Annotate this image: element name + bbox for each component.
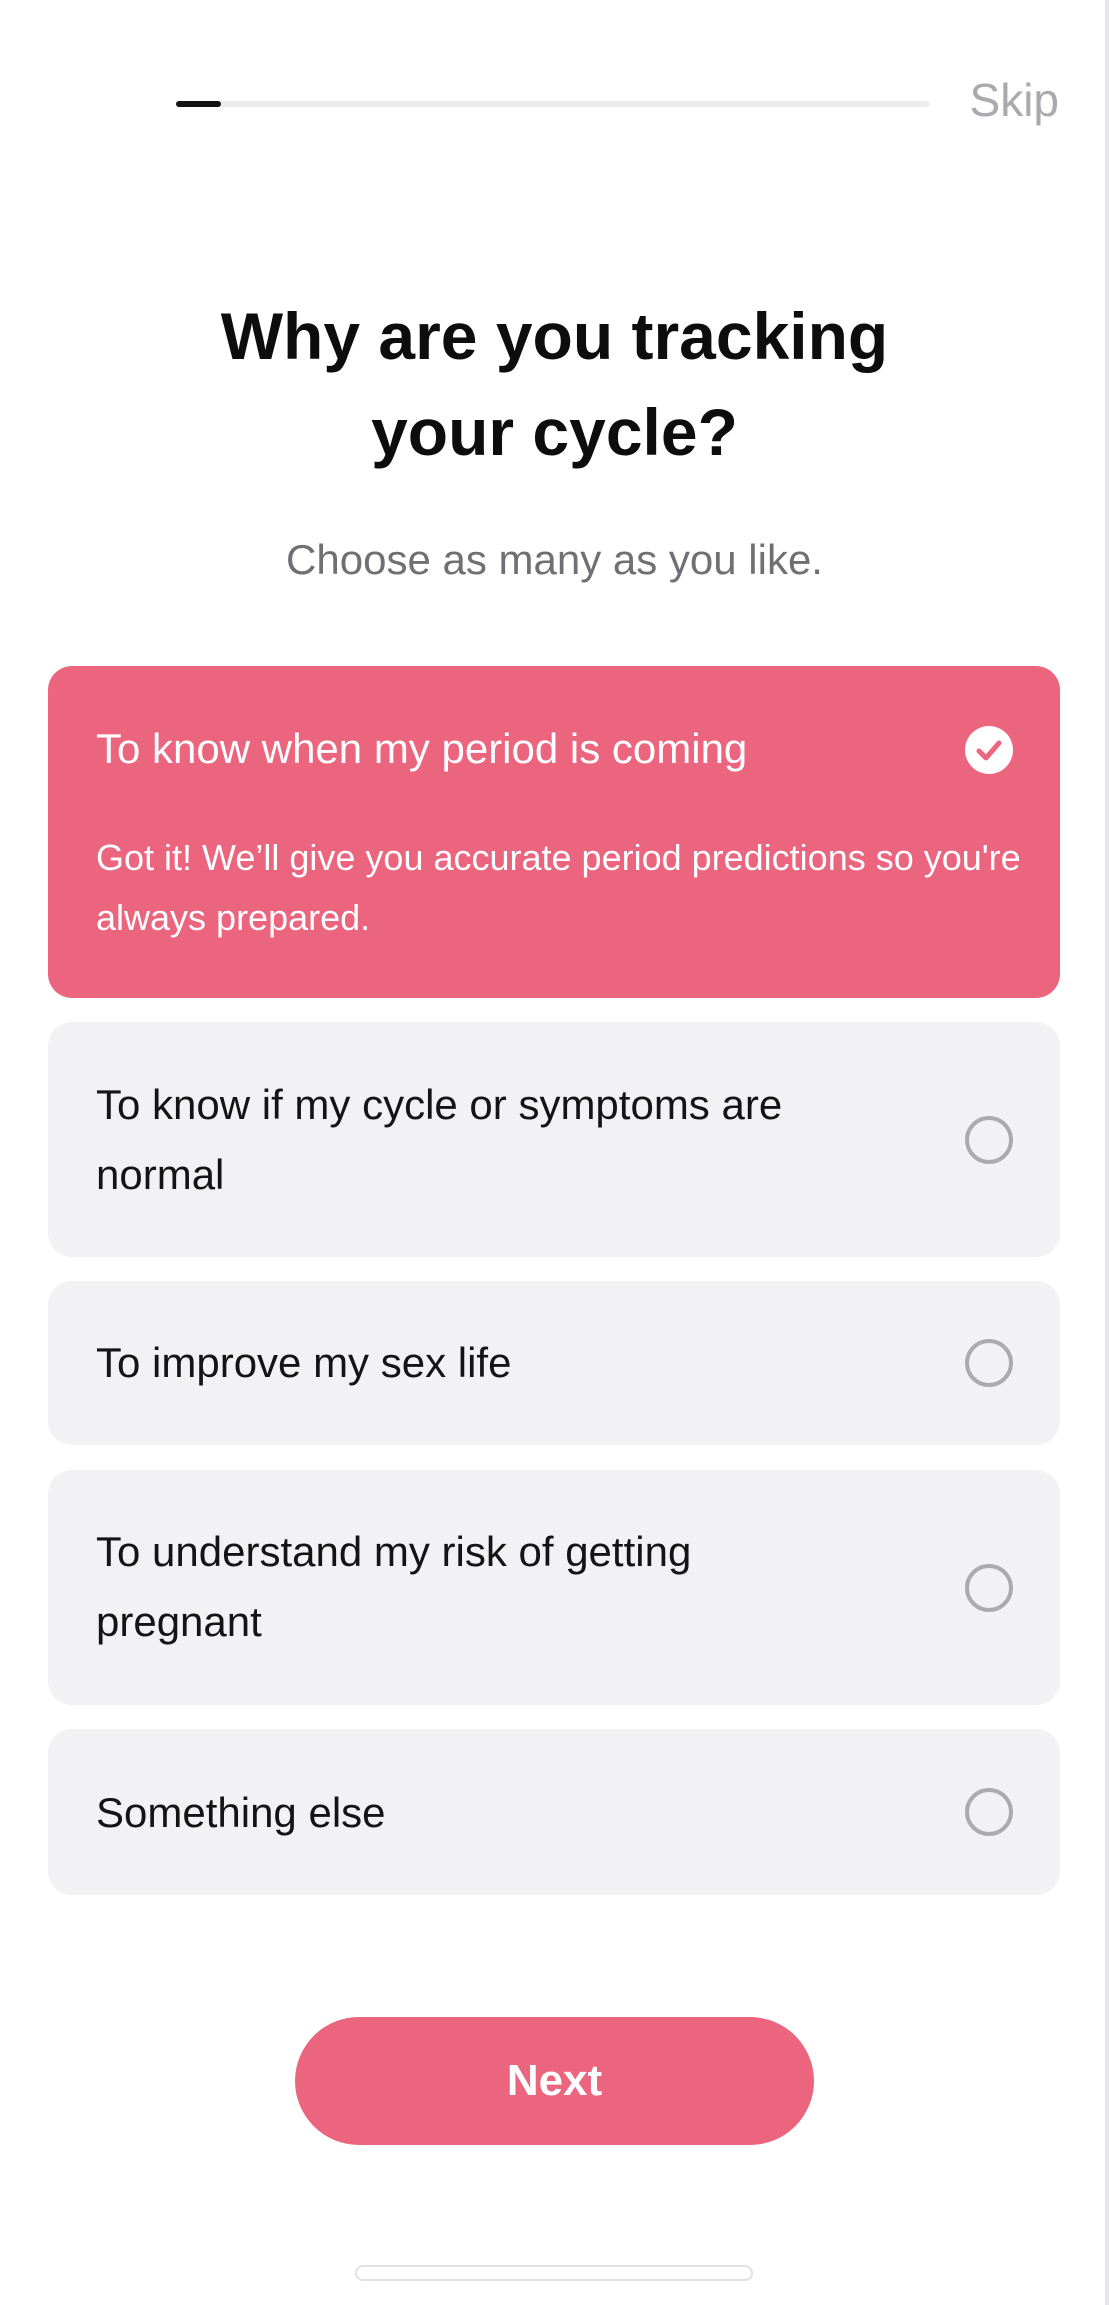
radio-circle-icon: [965, 1116, 1013, 1164]
progress-bar: [176, 101, 930, 107]
option-label: To improve my sex life: [96, 1339, 512, 1386]
option-label: To know when my period is coming: [96, 725, 748, 772]
home-indicator: [355, 2265, 753, 2281]
radio-circle-icon: [965, 1564, 1013, 1612]
next-button[interactable]: Next: [295, 2017, 814, 2145]
page-title: Why are you tracking your cycle?: [0, 288, 1109, 480]
progress-bar-fill: [176, 101, 222, 107]
radio-circle-icon: [965, 1788, 1013, 1836]
skip-button[interactable]: Skip: [970, 72, 1059, 128]
option-description: Got it! We’ll give you accurate period p…: [96, 837, 1021, 938]
option-something-else[interactable]: Something else: [48, 1729, 1060, 1895]
option-sex-life[interactable]: To improve my sex life: [48, 1281, 1060, 1445]
page-title-line-1: Why are you tracking: [220, 299, 889, 373]
option-cycle-normal[interactable]: To know if my cycle or symptoms are norm…: [48, 1022, 1060, 1257]
option-label: To understand my risk of getting pregnan…: [96, 1528, 692, 1645]
page-title-line-2: your cycle?: [371, 395, 738, 469]
option-period-coming[interactable]: To know when my period is coming Got it!…: [48, 666, 1060, 998]
option-pregnancy-risk[interactable]: To understand my risk of getting pregnan…: [48, 1470, 1060, 1705]
option-label: Something else: [96, 1789, 386, 1836]
page-subtitle: Choose as many as you like.: [286, 536, 823, 583]
option-label: To know if my cycle or symptoms are norm…: [96, 1081, 783, 1198]
radio-circle-icon: [965, 1339, 1013, 1387]
checkmark-icon: [965, 726, 1013, 774]
